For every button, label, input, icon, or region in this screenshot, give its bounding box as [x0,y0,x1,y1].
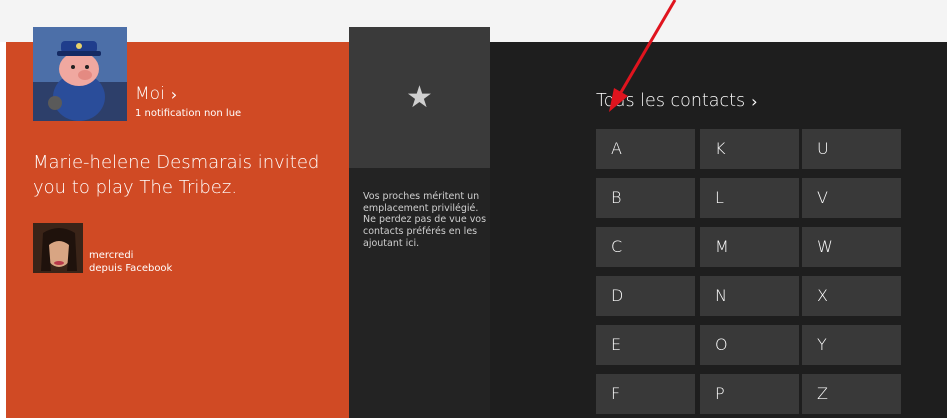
letter-label: Z [817,384,828,403]
letter-tile-u[interactable]: U [802,129,901,169]
letter-tile-a[interactable]: A [596,129,695,169]
notification-source: depuis Facebook [89,263,173,274]
letter-label: D [611,286,624,305]
letter-label: N [715,286,727,305]
letter-label: M [715,237,729,256]
all-contacts-title: Tous les contacts [596,91,746,111]
letter-label: L [715,188,724,207]
me-profile-link[interactable]: Moi › [135,80,177,108]
letter-label: F [611,384,621,403]
chevron-right-icon: › [170,84,178,104]
letter-tile-f[interactable]: F [596,374,695,414]
add-favorite-tile[interactable]: ★ [349,27,490,168]
letter-label: W [817,237,833,256]
notification-text[interactable]: Marie-helene Desmarais invited you to pl… [33,150,333,200]
letter-tile-p[interactable]: P [700,374,799,414]
letter-label: E [611,335,622,354]
letter-tile-m[interactable]: M [700,227,799,267]
chevron-right-icon: › [751,91,758,111]
star-icon: ★ [406,80,433,115]
notification-sender-avatar [33,223,83,273]
me-name: Moi [135,84,165,104]
letter-tile-d[interactable]: D [596,276,695,316]
letter-tile-e[interactable]: E [596,325,695,365]
letter-tile-o[interactable]: O [700,325,799,365]
letter-tile-l[interactable]: L [700,178,799,218]
letter-tile-c[interactable]: C [596,227,695,267]
letter-label: Y [817,335,827,354]
letter-label: C [611,237,623,256]
letter-tile-x[interactable]: X [802,276,901,316]
letter-label: B [611,188,622,207]
favorites-description: Vos proches méritent un emplacement priv… [363,191,487,249]
notification-meta: mercredi depuis Facebook [89,249,172,275]
me-avatar[interactable] [33,27,127,121]
all-contacts-link[interactable]: Tous les contacts › [596,86,758,116]
notification-count: 1 notification non lue [135,108,242,119]
letter-tile-b[interactable]: B [596,178,695,218]
letter-label: U [817,139,829,158]
letter-tile-y[interactable]: Y [802,325,901,365]
letter-tile-k[interactable]: K [700,129,799,169]
letter-tile-w[interactable]: W [802,227,901,267]
letter-tile-z[interactable]: Z [802,374,901,414]
letter-tile-n[interactable]: N [700,276,799,316]
letter-tile-v[interactable]: V [802,178,901,218]
letter-label: O [715,335,728,354]
letter-label: V [817,188,828,207]
letter-label: P [715,384,725,403]
letter-label: K [715,139,726,158]
letter-label: X [817,286,828,305]
letter-label: A [611,139,622,158]
notification-day: mercredi [89,250,134,261]
